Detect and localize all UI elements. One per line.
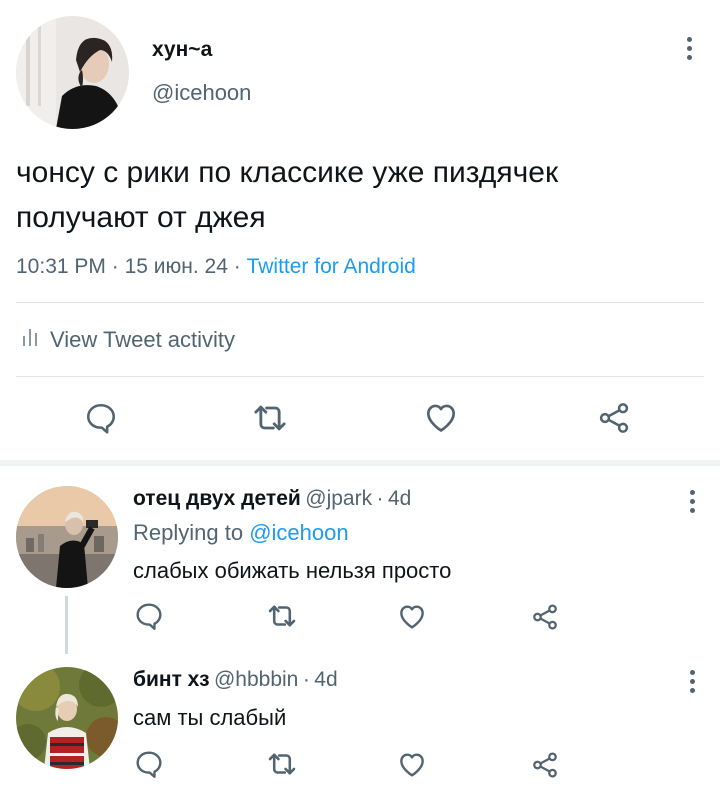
more-icon[interactable] bbox=[679, 33, 699, 63]
main-tweet-text-line2: получают от джея bbox=[16, 201, 266, 234]
share-icon[interactable] bbox=[530, 750, 560, 780]
main-tweet-text: чонсу с рики по классике уже пиздячек по… bbox=[16, 150, 558, 240]
reply-icon[interactable] bbox=[133, 748, 165, 780]
like-icon[interactable] bbox=[422, 398, 460, 436]
main-author-handle[interactable]: @icehoon bbox=[152, 80, 251, 106]
main-tweet-meta: 10:31 PM · 15 июн. 24 · Twitter for Andr… bbox=[16, 255, 416, 279]
reply-author-handle[interactable]: @jpark bbox=[305, 487, 372, 510]
meta-separator: · bbox=[376, 487, 384, 510]
reply-header: бинт хз @hbbbin · 4d bbox=[133, 668, 338, 692]
divider bbox=[16, 376, 704, 377]
share-icon[interactable] bbox=[596, 400, 632, 436]
replying-to-handle[interactable]: @icehoon bbox=[249, 520, 348, 545]
reply-text: сам ты слабый bbox=[133, 705, 287, 730]
reply-icon[interactable] bbox=[133, 600, 165, 632]
reply-header: отец двух детей @jpark · 4d bbox=[133, 487, 411, 511]
reply-age: 4d bbox=[314, 668, 338, 691]
reply-author-name[interactable]: отец двух детей bbox=[133, 487, 301, 510]
main-tweet-source[interactable]: Twitter for Android bbox=[247, 255, 416, 278]
main-author-avatar[interactable] bbox=[16, 16, 129, 129]
view-tweet-activity-label: View Tweet activity bbox=[50, 326, 236, 352]
replying-to: Replying to @icehoon bbox=[133, 520, 349, 546]
reply-icon[interactable] bbox=[83, 400, 119, 436]
analytics-icon bbox=[22, 326, 38, 353]
replying-to-prefix: Replying to bbox=[133, 520, 244, 545]
reply-age: 4d bbox=[388, 487, 412, 510]
reply-author-name[interactable]: бинт хз bbox=[133, 668, 210, 691]
like-icon[interactable] bbox=[396, 600, 428, 632]
main-tweet-time: 10:31 PM bbox=[16, 255, 106, 278]
meta-separator: · bbox=[233, 255, 241, 278]
main-tweet-date: 15 июн. 24 bbox=[124, 255, 228, 278]
reply-text: слабых обижать нельзя просто bbox=[133, 558, 452, 583]
retweet-icon[interactable] bbox=[250, 398, 290, 438]
section-divider bbox=[0, 460, 720, 466]
divider bbox=[16, 302, 704, 303]
more-icon[interactable] bbox=[682, 666, 702, 696]
meta-separator: · bbox=[111, 255, 119, 278]
main-author-name[interactable]: хун~а bbox=[152, 38, 212, 62]
like-icon[interactable] bbox=[396, 748, 428, 780]
retweet-icon[interactable] bbox=[265, 747, 299, 781]
retweet-icon[interactable] bbox=[265, 599, 299, 633]
reply-author-avatar[interactable] bbox=[16, 667, 118, 769]
reply-author-handle[interactable]: @hbbbin bbox=[214, 668, 298, 691]
main-tweet-text-line1: чонсу с рики по классике уже пиздячек bbox=[16, 156, 559, 189]
reply-author-avatar[interactable] bbox=[16, 486, 118, 588]
more-icon[interactable] bbox=[682, 486, 702, 516]
meta-separator: · bbox=[302, 668, 310, 691]
share-icon[interactable] bbox=[530, 602, 560, 632]
view-tweet-activity[interactable]: View Tweet activity bbox=[22, 326, 235, 353]
thread-line bbox=[65, 596, 68, 654]
